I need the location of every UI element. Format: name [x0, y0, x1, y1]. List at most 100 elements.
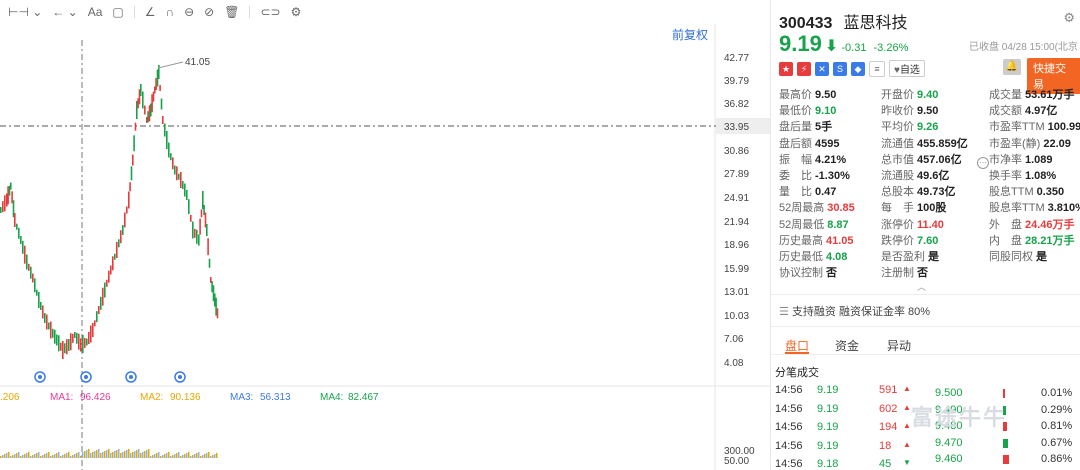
- candle[interactable]: [190, 214, 192, 222]
- candle[interactable]: [142, 91, 144, 109]
- candle[interactable]: [206, 224, 208, 236]
- tab-item[interactable]: 异动: [887, 337, 911, 354]
- candle[interactable]: [112, 256, 114, 271]
- expand-icon[interactable]: ︿: [917, 280, 926, 293]
- candle[interactable]: [133, 135, 135, 152]
- candle[interactable]: [82, 335, 84, 353]
- candle[interactable]: [32, 273, 34, 283]
- candle[interactable]: [4, 195, 6, 212]
- candle[interactable]: [106, 279, 108, 287]
- candle[interactable]: [176, 166, 178, 181]
- candle[interactable]: [74, 332, 76, 338]
- candle[interactable]: [207, 238, 209, 256]
- candle[interactable]: [18, 227, 20, 239]
- candle[interactable]: [192, 221, 194, 239]
- candle[interactable]: [132, 154, 134, 166]
- candle[interactable]: [215, 297, 217, 316]
- candle[interactable]: [66, 339, 68, 355]
- candle[interactable]: [186, 190, 188, 200]
- candle[interactable]: [114, 253, 116, 260]
- candle[interactable]: [52, 328, 54, 338]
- candle[interactable]: [54, 329, 56, 344]
- candle[interactable]: [130, 166, 133, 181]
- candle[interactable]: [159, 85, 161, 91]
- candle[interactable]: [64, 343, 66, 354]
- candle[interactable]: [88, 332, 90, 344]
- candle[interactable]: [124, 212, 126, 228]
- candle[interactable]: [126, 206, 128, 214]
- candle[interactable]: [147, 111, 149, 123]
- candle[interactable]: [116, 242, 118, 258]
- candle[interactable]: [14, 213, 16, 227]
- candle[interactable]: [76, 332, 78, 344]
- candle[interactable]: [24, 245, 26, 264]
- candle[interactable]: [58, 335, 60, 352]
- candle[interactable]: [94, 320, 96, 327]
- candle[interactable]: [42, 305, 44, 319]
- candle[interactable]: [110, 265, 112, 275]
- candle[interactable]: [84, 338, 86, 348]
- candle[interactable]: [40, 302, 42, 310]
- candle[interactable]: [98, 306, 100, 314]
- candle[interactable]: [48, 322, 50, 330]
- candle[interactable]: [170, 153, 172, 161]
- candle[interactable]: [180, 172, 182, 188]
- candle[interactable]: [92, 323, 94, 337]
- candle[interactable]: [102, 287, 104, 306]
- candle[interactable]: [198, 234, 200, 246]
- candle[interactable]: [60, 342, 62, 351]
- candle[interactable]: [182, 181, 184, 189]
- candle[interactable]: [211, 281, 213, 293]
- candle[interactable]: [86, 338, 88, 346]
- candle[interactable]: [172, 157, 174, 170]
- candle[interactable]: [28, 263, 30, 271]
- candle[interactable]: [118, 239, 120, 248]
- bell-icon[interactable]: 🔔: [1003, 59, 1021, 75]
- candle[interactable]: [200, 209, 203, 218]
- candle[interactable]: [38, 292, 40, 308]
- candle[interactable]: [72, 333, 74, 343]
- candle[interactable]: [46, 314, 48, 330]
- candle[interactable]: [196, 229, 198, 244]
- candle[interactable]: [2, 201, 4, 213]
- candle[interactable]: [184, 183, 186, 197]
- candle[interactable]: [26, 254, 28, 270]
- candle[interactable]: [122, 225, 124, 235]
- candle[interactable]: [120, 230, 122, 244]
- candle[interactable]: [0, 207, 2, 213]
- candle[interactable]: [194, 228, 196, 238]
- candle[interactable]: [178, 173, 180, 180]
- candle[interactable]: [10, 182, 12, 190]
- candle[interactable]: [140, 84, 142, 96]
- candle[interactable]: [44, 313, 46, 323]
- candle[interactable]: [134, 122, 137, 131]
- more-icon[interactable]: ⋯: [977, 157, 989, 169]
- candle[interactable]: [104, 282, 106, 298]
- candle[interactable]: [128, 191, 130, 209]
- tab-item[interactable]: 资金: [835, 337, 859, 354]
- candle[interactable]: [100, 296, 102, 310]
- candle[interactable]: [22, 240, 24, 254]
- candle[interactable]: [68, 339, 70, 351]
- candle[interactable]: [208, 258, 211, 268]
- candle[interactable]: [144, 105, 146, 115]
- candle[interactable]: [50, 321, 52, 339]
- candle[interactable]: [164, 123, 166, 137]
- candle[interactable]: [216, 308, 219, 319]
- candle[interactable]: [168, 142, 170, 158]
- candle[interactable]: [203, 205, 205, 215]
- candle[interactable]: [90, 325, 92, 343]
- candle[interactable]: [199, 218, 201, 235]
- candle[interactable]: [16, 223, 18, 230]
- candle[interactable]: [158, 65, 160, 79]
- candle[interactable]: [80, 338, 82, 352]
- watchlist-button[interactable]: ♥自选: [889, 60, 925, 77]
- candle[interactable]: [151, 94, 153, 113]
- candle[interactable]: [70, 333, 72, 351]
- candle[interactable]: [36, 289, 38, 296]
- note-icon[interactable]: ≡: [869, 60, 885, 77]
- candle[interactable]: [162, 116, 164, 124]
- candle[interactable]: [7, 186, 9, 205]
- candle[interactable]: [129, 182, 131, 192]
- candle[interactable]: [34, 278, 36, 293]
